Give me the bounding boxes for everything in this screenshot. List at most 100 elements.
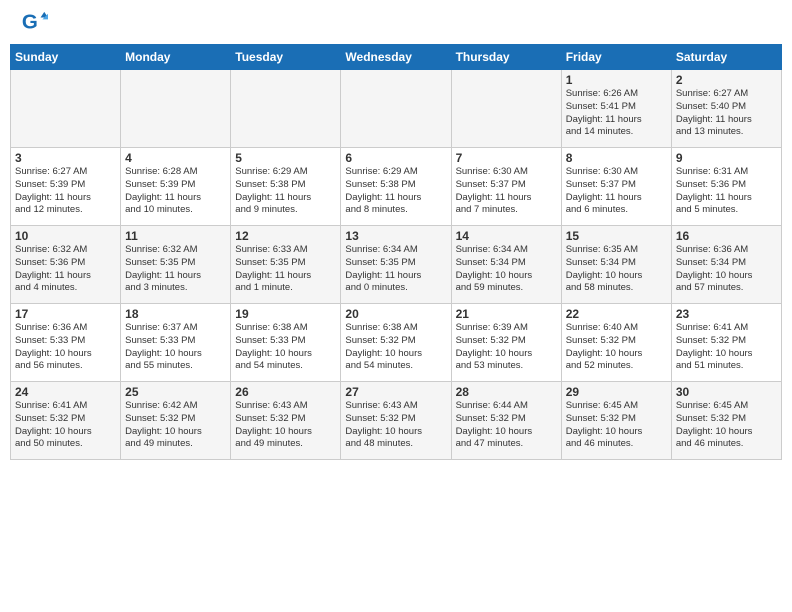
day-info: Sunrise: 6:44 AM Sunset: 5:32 PM Dayligh… (456, 400, 557, 451)
calendar-day-cell: 1Sunrise: 6:26 AM Sunset: 5:41 PM Daylig… (561, 70, 671, 148)
day-number: 4 (125, 151, 226, 165)
calendar-day-cell: 17Sunrise: 6:36 AM Sunset: 5:33 PM Dayli… (11, 304, 121, 382)
day-info: Sunrise: 6:36 AM Sunset: 5:33 PM Dayligh… (15, 322, 116, 373)
day-number: 29 (566, 385, 667, 399)
calendar-week-row: 17Sunrise: 6:36 AM Sunset: 5:33 PM Dayli… (11, 304, 782, 382)
calendar-day-cell: 14Sunrise: 6:34 AM Sunset: 5:34 PM Dayli… (451, 226, 561, 304)
day-info: Sunrise: 6:33 AM Sunset: 5:35 PM Dayligh… (235, 244, 336, 295)
day-of-week-header: Tuesday (231, 45, 341, 70)
logo: G (20, 10, 52, 38)
day-info: Sunrise: 6:38 AM Sunset: 5:32 PM Dayligh… (345, 322, 446, 373)
calendar-header-row: SundayMondayTuesdayWednesdayThursdayFrid… (11, 45, 782, 70)
calendar-day-cell: 4Sunrise: 6:28 AM Sunset: 5:39 PM Daylig… (121, 148, 231, 226)
calendar-day-cell: 16Sunrise: 6:36 AM Sunset: 5:34 PM Dayli… (671, 226, 781, 304)
day-info: Sunrise: 6:27 AM Sunset: 5:39 PM Dayligh… (15, 166, 116, 217)
day-info: Sunrise: 6:29 AM Sunset: 5:38 PM Dayligh… (345, 166, 446, 217)
day-info: Sunrise: 6:45 AM Sunset: 5:32 PM Dayligh… (676, 400, 777, 451)
logo-icon: G (20, 10, 48, 38)
calendar-day-cell: 24Sunrise: 6:41 AM Sunset: 5:32 PM Dayli… (11, 382, 121, 460)
day-number: 5 (235, 151, 336, 165)
calendar-day-cell: 19Sunrise: 6:38 AM Sunset: 5:33 PM Dayli… (231, 304, 341, 382)
day-number: 25 (125, 385, 226, 399)
day-number: 22 (566, 307, 667, 321)
day-number: 14 (456, 229, 557, 243)
calendar-day-cell: 9Sunrise: 6:31 AM Sunset: 5:36 PM Daylig… (671, 148, 781, 226)
calendar-day-cell: 8Sunrise: 6:30 AM Sunset: 5:37 PM Daylig… (561, 148, 671, 226)
day-number: 13 (345, 229, 446, 243)
day-info: Sunrise: 6:29 AM Sunset: 5:38 PM Dayligh… (235, 166, 336, 217)
calendar-day-cell: 21Sunrise: 6:39 AM Sunset: 5:32 PM Dayli… (451, 304, 561, 382)
calendar-day-cell: 10Sunrise: 6:32 AM Sunset: 5:36 PM Dayli… (11, 226, 121, 304)
svg-text:G: G (22, 11, 38, 34)
calendar-day-cell: 22Sunrise: 6:40 AM Sunset: 5:32 PM Dayli… (561, 304, 671, 382)
day-number: 16 (676, 229, 777, 243)
day-info: Sunrise: 6:31 AM Sunset: 5:36 PM Dayligh… (676, 166, 777, 217)
day-info: Sunrise: 6:30 AM Sunset: 5:37 PM Dayligh… (566, 166, 667, 217)
day-of-week-header: Friday (561, 45, 671, 70)
day-of-week-header: Sunday (11, 45, 121, 70)
calendar-day-cell: 20Sunrise: 6:38 AM Sunset: 5:32 PM Dayli… (341, 304, 451, 382)
day-of-week-header: Wednesday (341, 45, 451, 70)
calendar-table: SundayMondayTuesdayWednesdayThursdayFrid… (10, 44, 782, 460)
calendar-week-row: 1Sunrise: 6:26 AM Sunset: 5:41 PM Daylig… (11, 70, 782, 148)
day-number: 15 (566, 229, 667, 243)
day-info: Sunrise: 6:38 AM Sunset: 5:33 PM Dayligh… (235, 322, 336, 373)
day-number: 27 (345, 385, 446, 399)
day-info: Sunrise: 6:36 AM Sunset: 5:34 PM Dayligh… (676, 244, 777, 295)
calendar-day-cell: 15Sunrise: 6:35 AM Sunset: 5:34 PM Dayli… (561, 226, 671, 304)
calendar-day-cell: 23Sunrise: 6:41 AM Sunset: 5:32 PM Dayli… (671, 304, 781, 382)
day-info: Sunrise: 6:42 AM Sunset: 5:32 PM Dayligh… (125, 400, 226, 451)
day-number: 8 (566, 151, 667, 165)
day-info: Sunrise: 6:30 AM Sunset: 5:37 PM Dayligh… (456, 166, 557, 217)
calendar-day-cell: 7Sunrise: 6:30 AM Sunset: 5:37 PM Daylig… (451, 148, 561, 226)
calendar-week-row: 3Sunrise: 6:27 AM Sunset: 5:39 PM Daylig… (11, 148, 782, 226)
day-number: 11 (125, 229, 226, 243)
day-info: Sunrise: 6:39 AM Sunset: 5:32 PM Dayligh… (456, 322, 557, 373)
day-number: 17 (15, 307, 116, 321)
day-info: Sunrise: 6:34 AM Sunset: 5:34 PM Dayligh… (456, 244, 557, 295)
day-number: 2 (676, 73, 777, 87)
calendar-day-cell (451, 70, 561, 148)
day-number: 20 (345, 307, 446, 321)
calendar-day-cell: 6Sunrise: 6:29 AM Sunset: 5:38 PM Daylig… (341, 148, 451, 226)
day-number: 24 (15, 385, 116, 399)
calendar-day-cell (231, 70, 341, 148)
day-number: 1 (566, 73, 667, 87)
calendar-day-cell: 3Sunrise: 6:27 AM Sunset: 5:39 PM Daylig… (11, 148, 121, 226)
calendar-day-cell: 18Sunrise: 6:37 AM Sunset: 5:33 PM Dayli… (121, 304, 231, 382)
day-number: 28 (456, 385, 557, 399)
day-info: Sunrise: 6:37 AM Sunset: 5:33 PM Dayligh… (125, 322, 226, 373)
day-of-week-header: Monday (121, 45, 231, 70)
calendar-day-cell (121, 70, 231, 148)
day-number: 6 (345, 151, 446, 165)
day-info: Sunrise: 6:26 AM Sunset: 5:41 PM Dayligh… (566, 88, 667, 139)
day-number: 9 (676, 151, 777, 165)
calendar-week-row: 10Sunrise: 6:32 AM Sunset: 5:36 PM Dayli… (11, 226, 782, 304)
day-info: Sunrise: 6:27 AM Sunset: 5:40 PM Dayligh… (676, 88, 777, 139)
day-info: Sunrise: 6:41 AM Sunset: 5:32 PM Dayligh… (676, 322, 777, 373)
day-number: 18 (125, 307, 226, 321)
day-number: 21 (456, 307, 557, 321)
day-number: 23 (676, 307, 777, 321)
calendar-day-cell: 27Sunrise: 6:43 AM Sunset: 5:32 PM Dayli… (341, 382, 451, 460)
day-info: Sunrise: 6:28 AM Sunset: 5:39 PM Dayligh… (125, 166, 226, 217)
calendar-day-cell: 26Sunrise: 6:43 AM Sunset: 5:32 PM Dayli… (231, 382, 341, 460)
day-number: 3 (15, 151, 116, 165)
day-number: 12 (235, 229, 336, 243)
day-info: Sunrise: 6:43 AM Sunset: 5:32 PM Dayligh… (235, 400, 336, 451)
calendar-day-cell: 28Sunrise: 6:44 AM Sunset: 5:32 PM Dayli… (451, 382, 561, 460)
calendar-day-cell: 25Sunrise: 6:42 AM Sunset: 5:32 PM Dayli… (121, 382, 231, 460)
day-info: Sunrise: 6:32 AM Sunset: 5:35 PM Dayligh… (125, 244, 226, 295)
calendar-day-cell: 5Sunrise: 6:29 AM Sunset: 5:38 PM Daylig… (231, 148, 341, 226)
calendar-day-cell: 13Sunrise: 6:34 AM Sunset: 5:35 PM Dayli… (341, 226, 451, 304)
page-header: G (0, 0, 792, 40)
day-info: Sunrise: 6:32 AM Sunset: 5:36 PM Dayligh… (15, 244, 116, 295)
calendar-day-cell: 29Sunrise: 6:45 AM Sunset: 5:32 PM Dayli… (561, 382, 671, 460)
day-number: 10 (15, 229, 116, 243)
calendar-day-cell: 11Sunrise: 6:32 AM Sunset: 5:35 PM Dayli… (121, 226, 231, 304)
day-of-week-header: Thursday (451, 45, 561, 70)
calendar-day-cell: 30Sunrise: 6:45 AM Sunset: 5:32 PM Dayli… (671, 382, 781, 460)
calendar-day-cell: 12Sunrise: 6:33 AM Sunset: 5:35 PM Dayli… (231, 226, 341, 304)
calendar-day-cell (341, 70, 451, 148)
day-info: Sunrise: 6:34 AM Sunset: 5:35 PM Dayligh… (345, 244, 446, 295)
